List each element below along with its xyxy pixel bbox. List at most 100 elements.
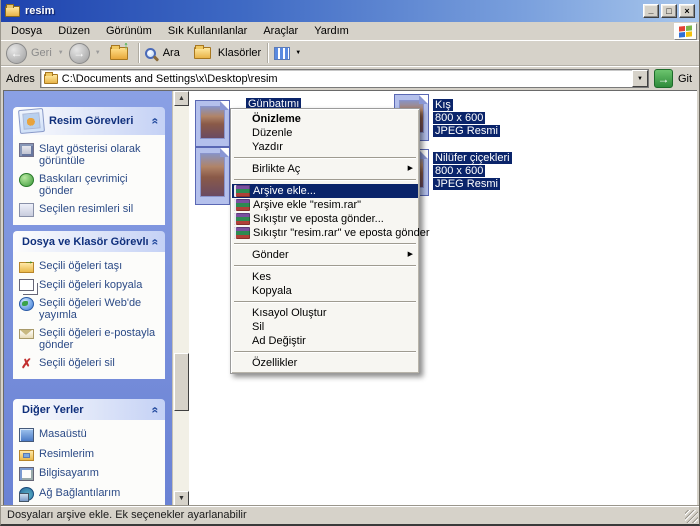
- menu-gorunum[interactable]: Görünüm: [98, 23, 160, 39]
- menu-separator: [234, 243, 416, 245]
- file-label-kis[interactable]: Kış 800 x 600 JPEG Resmi: [433, 99, 500, 138]
- task-copy-items[interactable]: Seçili öğeleri kopyala: [19, 279, 161, 291]
- task-delete-pictures[interactable]: Seçilen resimleri sil: [19, 203, 161, 217]
- file-thumbnail-gunbatimi[interactable]: [195, 100, 230, 147]
- content-area: Resim Görevleri « Slayt gösterisi olarak…: [3, 90, 697, 506]
- address-input[interactable]: C:\Documents and Settings\x\Desktop\resi…: [40, 69, 649, 88]
- forward-button[interactable]: →: [69, 43, 90, 64]
- place-desktop[interactable]: Masaüstü: [19, 428, 161, 442]
- section-title: Resim Görevleri: [46, 115, 152, 127]
- place-network[interactable]: Ağ Bağlantılarım: [19, 487, 161, 501]
- file-thumbnail-2[interactable]: [195, 147, 230, 205]
- menu-separator: [234, 157, 416, 159]
- back-dropdown-icon[interactable]: ▼: [58, 50, 64, 56]
- photo-preview: [200, 106, 225, 139]
- delete-picture-icon: [19, 203, 34, 217]
- toolbar-separator: [138, 43, 139, 63]
- menu-duzen[interactable]: Düzen: [50, 23, 98, 39]
- scroll-down-icon[interactable]: ▼: [174, 491, 189, 506]
- menu-item-ozellikler[interactable]: Özellikler: [232, 356, 418, 370]
- file-dimensions: 800 x 600: [433, 165, 485, 177]
- section-title: Diğer Yerler: [19, 404, 152, 416]
- file-name: Kış: [433, 99, 453, 111]
- task-order-prints[interactable]: Baskıları çevrimiçi gönder: [19, 173, 161, 197]
- address-bar: Adres C:\Documents and Settings\x\Deskto…: [1, 66, 699, 90]
- menu-item-kisayol-olustur[interactable]: Kısayol Oluştur: [232, 306, 418, 320]
- task-email-items[interactable]: Seçili öğeleri e-postayla gönder: [19, 327, 161, 351]
- slideshow-icon: [19, 143, 34, 157]
- task-delete-items[interactable]: ✗ Seçili öğeleri sil: [19, 357, 161, 371]
- menu-item-kopyala[interactable]: Kopyala: [232, 284, 418, 298]
- search-icon: [145, 48, 156, 59]
- context-menu: Önizleme Düzenle Yazdır Birlikte Aç▶ Arş…: [230, 108, 420, 374]
- title-bar[interactable]: resim _ □ ×: [1, 0, 699, 22]
- back-label: Geri: [31, 47, 52, 59]
- up-arrow-icon: ↑: [123, 40, 129, 52]
- menu-item-sikistir-rar-eposta[interactable]: Sıkıştır "resim.rar" ve eposta gönder: [232, 226, 418, 240]
- views-dropdown-icon[interactable]: ▼: [295, 50, 301, 56]
- views-icon[interactable]: [274, 47, 290, 60]
- my-computer-icon: [19, 467, 34, 481]
- address-label: Adres: [6, 73, 35, 85]
- address-folder-icon: [44, 74, 58, 84]
- file-name: Nilüfer çiçekleri: [433, 152, 512, 164]
- menu-item-duzenle[interactable]: Düzenle: [232, 126, 418, 140]
- winrar-books-icon: [234, 185, 250, 197]
- menu-item-arsive-ekle-rar[interactable]: Arşive ekle "resim.rar": [232, 198, 418, 212]
- up-folder-button[interactable]: ↑: [110, 47, 128, 60]
- toolbar-separator: [267, 43, 268, 63]
- menu-item-birlikte-ac[interactable]: Birlikte Aç▶: [232, 162, 418, 176]
- folders-button[interactable]: Klasörler: [218, 47, 261, 59]
- forward-dropdown-icon[interactable]: ▼: [95, 50, 101, 56]
- page-corner: [220, 101, 229, 110]
- search-button[interactable]: Ara: [163, 47, 180, 59]
- section-header[interactable]: Dosya ve Klasör Görevlı «: [13, 231, 165, 252]
- menu-item-kes[interactable]: Kes: [232, 270, 418, 284]
- menu-sik-kullanilanlar[interactable]: Sık Kullanılanlar: [160, 23, 256, 39]
- section-header[interactable]: Resim Görevleri «: [13, 107, 165, 135]
- winrar-books-icon: [234, 199, 250, 211]
- minimize-icon[interactable]: _: [643, 4, 659, 18]
- task-move-items[interactable]: Seçili öğeleri taşı: [19, 260, 161, 273]
- chevron-up-icon[interactable]: «: [149, 238, 163, 245]
- submenu-arrow-icon: ▶: [408, 165, 413, 172]
- place-my-pictures[interactable]: Resimlerim: [19, 448, 161, 461]
- task-publish-web[interactable]: Seçili öğeleri Web'de yayımla: [19, 297, 161, 321]
- menu-araclar[interactable]: Araçlar: [255, 23, 306, 39]
- menu-separator: [234, 301, 416, 303]
- section-header[interactable]: Diğer Yerler «: [13, 399, 165, 420]
- file-list-view[interactable]: Günbatımı Kış 800 x 600 JPEG Resmi Nilüf…: [189, 91, 697, 506]
- address-dropdown-button[interactable]: ▼: [632, 70, 648, 87]
- menu-yardim[interactable]: Yardım: [306, 23, 357, 39]
- menu-item-arsive-ekle[interactable]: Arşive ekle...: [232, 184, 418, 198]
- globe-icon: [19, 297, 34, 311]
- menu-item-gonder[interactable]: Gönder▶: [232, 248, 418, 262]
- address-path: C:\Documents and Settings\x\Desktop\resi…: [62, 73, 632, 85]
- menu-item-sil[interactable]: Sil: [232, 320, 418, 334]
- menu-separator: [234, 179, 416, 181]
- chevron-up-icon[interactable]: «: [149, 406, 163, 413]
- place-my-computer[interactable]: Bilgisayarım: [19, 467, 161, 481]
- menu-item-onizleme[interactable]: Önizleme: [232, 112, 418, 126]
- menu-item-yazdir[interactable]: Yazdır: [232, 140, 418, 154]
- taskpane-scrollbar[interactable]: ▲ ▼: [172, 91, 189, 506]
- file-label-nilufer[interactable]: Nilüfer çiçekleri 800 x 600 JPEG Resmi: [433, 152, 512, 191]
- folder-icon: [5, 6, 20, 17]
- task-slideshow[interactable]: Slayt gösterisi olarak görüntüle: [19, 143, 161, 167]
- menu-item-sikistir-eposta[interactable]: Sıkıştır ve eposta gönder...: [232, 212, 418, 226]
- network-icon: [19, 487, 34, 501]
- chevron-up-icon[interactable]: «: [149, 118, 163, 125]
- scroll-up-icon[interactable]: ▲: [174, 91, 189, 106]
- maximize-icon[interactable]: □: [661, 4, 677, 18]
- go-button[interactable]: →: [654, 69, 673, 88]
- menu-item-ad-degistir[interactable]: Ad Değiştir: [232, 334, 418, 348]
- menu-dosya[interactable]: Dosya: [3, 23, 50, 39]
- back-button[interactable]: ←: [6, 43, 27, 64]
- resize-grip[interactable]: [685, 510, 698, 523]
- picture-tasks-icon: [18, 108, 45, 134]
- desktop-icon: [19, 428, 34, 442]
- scrollbar-thumb[interactable]: [174, 353, 189, 411]
- go-label: Git: [678, 73, 692, 85]
- close-icon[interactable]: ×: [679, 4, 695, 18]
- winrar-books-icon: [234, 227, 250, 239]
